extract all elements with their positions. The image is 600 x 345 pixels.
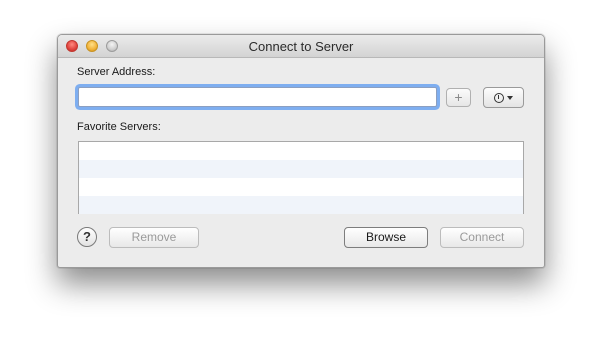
server-address-label: Server Address: <box>77 66 156 78</box>
clock-icon <box>494 92 504 103</box>
favorite-servers-label: Favorite Servers: <box>77 121 161 133</box>
connect-to-server-window: Connect to Server Server Address: + Favo… <box>57 34 545 268</box>
recent-servers-button[interactable] <box>483 87 524 108</box>
window-title: Connect to Server <box>248 39 354 54</box>
list-item[interactable] <box>79 142 523 160</box>
remove-button[interactable]: Remove <box>109 227 199 248</box>
list-item[interactable] <box>79 160 523 178</box>
add-favorite-button[interactable]: + <box>446 88 471 107</box>
browse-button[interactable]: Browse <box>344 227 428 248</box>
connect-button[interactable]: Connect <box>440 227 524 248</box>
favorite-servers-list[interactable] <box>78 141 524 214</box>
server-address-input[interactable] <box>78 87 437 107</box>
list-item[interactable] <box>79 178 523 196</box>
help-button[interactable]: ? <box>77 227 97 247</box>
title-bar[interactable]: Connect to Server <box>58 35 544 58</box>
list-item[interactable] <box>79 196 523 214</box>
chevron-down-icon <box>507 95 513 100</box>
